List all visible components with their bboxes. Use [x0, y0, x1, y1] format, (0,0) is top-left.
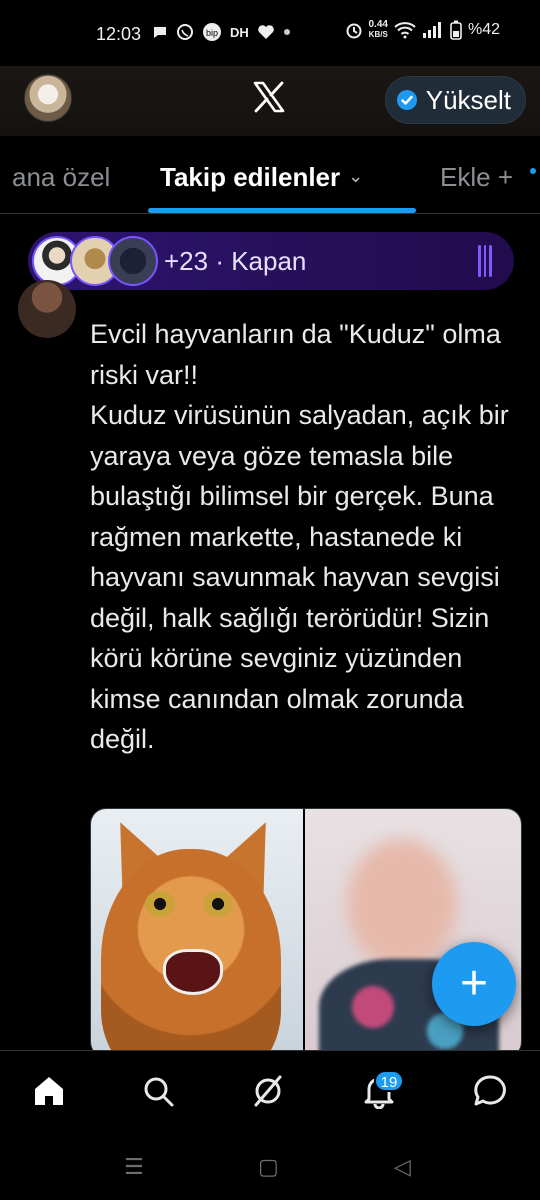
spaces-bar[interactable]: +23 · Kapan: [28, 232, 514, 290]
wifi-icon: [394, 22, 416, 39]
timeline-tabs: ana özel Takip edilenler ⌄ Ekle +: [0, 150, 540, 214]
signal-icon: [422, 22, 441, 38]
system-nav-bar: ☰ ▢ ◁: [0, 1132, 540, 1200]
messages-icon[interactable]: [472, 1073, 508, 1109]
plus-icon: +: [459, 957, 489, 1010]
tab-following[interactable]: Takip edilenler ⌄: [160, 162, 363, 193]
tab-following-label: Takip edilenler: [160, 162, 341, 192]
upgrade-button[interactable]: Yükselt: [384, 76, 526, 124]
search-icon[interactable]: [140, 1073, 176, 1109]
status-right: 0.44 KB/S %42: [345, 19, 500, 40]
alarm-icon: [346, 23, 361, 39]
grok-icon[interactable]: [250, 1073, 286, 1109]
x-logo-icon[interactable]: [252, 80, 286, 114]
spaces-label: +23 · Kapan: [164, 246, 307, 276]
system-back-button[interactable]: ◁: [394, 1154, 411, 1180]
recent-apps-button[interactable]: ☰: [124, 1154, 144, 1180]
tab-for-you[interactable]: ana özel: [12, 162, 110, 193]
spaces-live-icon: [478, 245, 493, 277]
dot-icon: [283, 29, 290, 35]
verified-badge-icon: [396, 90, 417, 110]
new-indicator-dot: [530, 168, 536, 174]
svg-text:bip: bip: [206, 28, 218, 38]
tweet-image-cat[interactable]: [91, 809, 303, 1057]
bottom-nav: [0, 1050, 540, 1132]
system-home-button[interactable]: ▢: [258, 1154, 279, 1180]
compose-button[interactable]: +: [432, 942, 516, 1026]
dh-icon: DH: [230, 24, 249, 40]
plus-icon: +: [497, 162, 513, 192]
tab-add-label: Ekle: [440, 162, 491, 192]
net-speed: 0.44 KB/S: [368, 19, 388, 40]
home-icon[interactable]: [31, 1073, 67, 1109]
upgrade-label: Yükselt: [425, 84, 511, 115]
heart-icon: [257, 25, 274, 39]
space-host-avatar: [108, 236, 158, 286]
chat-bubble-icon: [154, 27, 166, 38]
battery-percent: %42: [467, 21, 500, 38]
notification-badge: 19: [374, 1070, 404, 1092]
status-time: 12:03: [96, 24, 142, 44]
chevron-down-icon: ⌄: [348, 166, 364, 186]
status-bar: 12:03 bip DH 0.44 KB/S %42: [0, 0, 540, 66]
app-header: Yükselt: [0, 66, 540, 136]
tweet-author-avatar[interactable]: [18, 280, 76, 338]
bip-icon: bip: [203, 23, 221, 41]
profile-avatar[interactable]: [24, 74, 72, 122]
active-tab-indicator: [148, 208, 416, 213]
tab-add[interactable]: Ekle +: [440, 162, 513, 193]
notification-icons: bip DH: [152, 22, 291, 42]
battery-icon: [450, 20, 462, 40]
tweet-text: Evcil hayvanların da "Kuduz" olma riski …: [90, 319, 509, 754]
whatsapp-icon: [177, 24, 193, 40]
